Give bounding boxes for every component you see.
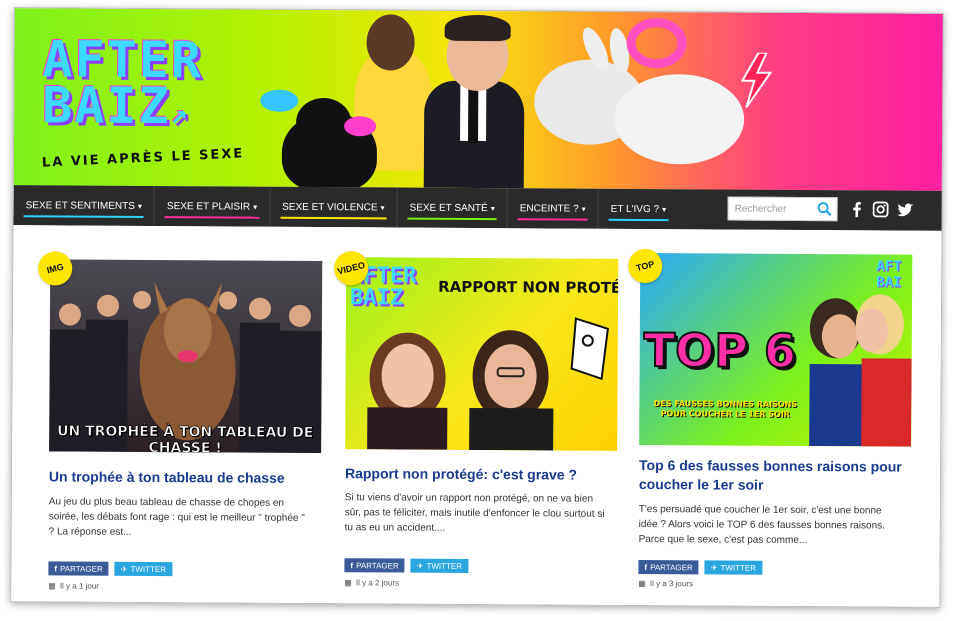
article-title[interactable]: Rapport non protégé: c'est grave ? — [345, 464, 617, 485]
lightning-icon — [740, 52, 773, 108]
instagram-icon[interactable] — [870, 198, 892, 220]
tie-illustration — [468, 84, 479, 144]
calendar-icon: ▦ — [48, 581, 56, 591]
twitter-icon: ✈ — [416, 561, 424, 571]
twitter-share-button[interactable]: ✈ TWITTER — [114, 561, 173, 577]
article-title[interactable]: Un trophée à ton tableau de chasse — [49, 467, 321, 488]
chevron-down-icon: ▾ — [581, 204, 586, 214]
main-nav: SEXE ET SENTIMENTS ▾ SEXE ET PLAISIR ▾ SEX… — [13, 185, 944, 231]
share-buttons: f PARTAGER ✈ TWITTER — [344, 558, 469, 573]
share-label: TWITTER — [426, 561, 463, 571]
article-date: ▦ Il y a 1 jour — [48, 581, 99, 590]
facebook-icon: f — [644, 562, 648, 572]
date-text: Il y a 1 jour — [59, 581, 100, 591]
logo-line-2: BAIZ↗ — [42, 76, 190, 136]
article-thumbnail[interactable]: UN TROPHÉE À TON TABLEAU DE CHASSE ! — [49, 259, 323, 454]
article-date: ▦ Il y a 3 jours — [638, 579, 693, 588]
facebook-share-button[interactable]: f PARTAGER — [638, 559, 699, 575]
share-buttons: f PARTAGER ✈ TWITTER — [48, 561, 173, 577]
calendar-icon: ▦ — [344, 578, 352, 588]
rubber-duck-beak-illustration — [344, 116, 377, 137]
search-input[interactable] — [734, 203, 815, 215]
article-excerpt: T'es persuadé que coucher le 1er soir, c… — [638, 503, 885, 547]
chevron-down-icon: ▾ — [490, 203, 495, 213]
twitter-icon[interactable] — [894, 199, 916, 221]
chevron-down-icon: ▾ — [137, 201, 142, 211]
site-logo[interactable]: AFTER BAIZ↗ LA VIE APRÈS LE SEXE — [42, 30, 245, 170]
nav-item-label: SEXE ET VIOLENCE — [282, 201, 378, 213]
rubber-duck-head-illustration — [295, 97, 352, 147]
nav-underline — [407, 217, 497, 221]
twitter-icon: ✈ — [120, 564, 128, 574]
nav-item-enceinte[interactable]: ENCEINTE ? ▾ — [507, 188, 599, 229]
article-thumbnail[interactable]: AFT BAI TOP 6 DES FAUSSES BONNES RAISONS… — [639, 252, 913, 447]
page-frame: AFTER BAIZ↗ LA VIE APRÈS LE SEXE SEXE ET… — [10, 7, 944, 608]
search-box — [727, 196, 838, 222]
nav-item-label: ENCEINTE ? — [519, 202, 579, 215]
share-label: TWITTER — [720, 562, 757, 573]
share-label: PARTAGER — [356, 560, 399, 571]
twitter-share-button[interactable]: ✈ TWITTER — [410, 558, 469, 573]
chevron-down-icon: ▾ — [253, 202, 258, 212]
man-hair-illustration — [444, 14, 511, 42]
facebook-icon[interactable] — [846, 198, 868, 220]
article-title[interactable]: Top 6 des fausses bonnes raisons pour co… — [639, 456, 911, 496]
article-thumbnail[interactable]: AFTER BAIZ RAPPORT NON PROTÉG — [345, 257, 619, 451]
water-splash-illustration — [260, 89, 299, 112]
date-text: Il y a 2 jours — [355, 578, 400, 588]
search-icon[interactable] — [817, 201, 833, 217]
nav-item-label: SEXE ET SANTÉ — [409, 202, 488, 214]
rabbit-illustration-2 — [613, 73, 745, 165]
date-text: Il y a 3 jours — [649, 579, 694, 589]
nav-item-sexe-et-sante[interactable]: SEXE ET SANTÉ ▾ — [397, 187, 508, 229]
share-label: TWITTER — [130, 564, 167, 574]
nav-underline — [23, 215, 144, 218]
nav-underline — [608, 218, 669, 222]
nav-underline — [517, 218, 588, 221]
site-tagline: LA VIE APRÈS LE SEXE — [41, 146, 245, 171]
nav-item-label: SEXE ET SENTIMENTS — [25, 199, 135, 212]
thumbnail-caption: UN TROPHÉE À TON TABLEAU DE CHASSE ! — [57, 423, 314, 454]
share-label: PARTAGER — [60, 563, 103, 574]
header-banner: AFTER BAIZ↗ LA VIE APRÈS LE SEXE — [13, 8, 944, 191]
facebook-icon: f — [350, 560, 354, 570]
facebook-share-button[interactable]: f PARTAGER — [344, 558, 405, 573]
article-list: IMG UN TROPHÉE À TON TABLEAU DE CHASSE !… — [11, 225, 944, 608]
chevron-down-icon: ▾ — [662, 204, 667, 214]
facebook-share-button[interactable]: f PARTAGER — [48, 561, 109, 576]
two-presenters-illustration — [367, 317, 609, 451]
share-buttons: f PARTAGER ✈ TWITTER — [638, 559, 763, 575]
facebook-icon: f — [54, 563, 58, 573]
fluffy-handcuffs-illustration — [626, 17, 687, 69]
article-excerpt: Si tu viens d'avoir un rapport non proté… — [344, 492, 605, 534]
nav-item-sexe-et-plaisir[interactable]: SEXE ET PLAISIR ▾ — [154, 186, 271, 227]
twitter-share-button[interactable]: ✈ TWITTER — [704, 560, 763, 575]
nav-item-label: SEXE ET PLAISIR — [166, 200, 251, 213]
nav-item-et-livg[interactable]: ET L'IVG ? ▾ — [599, 189, 679, 229]
nav-underline — [164, 216, 260, 219]
twitter-icon: ✈ — [710, 562, 718, 572]
share-label: PARTAGER — [650, 562, 693, 572]
calendar-icon: ▦ — [638, 578, 646, 589]
article-excerpt: Au jeu du plus beau tableau de chasse de… — [48, 496, 305, 538]
nav-item-label: ET L'IVG ? — [610, 203, 660, 215]
nav-item-sexe-et-sentiments[interactable]: SEXE ET SENTIMENTS ▾ — [13, 185, 156, 227]
article-date: ▦ Il y a 2 jours — [344, 578, 399, 587]
chevron-down-icon: ▾ — [380, 202, 385, 212]
dancer-head-illustration — [366, 14, 415, 71]
nav-underline — [280, 216, 387, 220]
kissing-couple-illustration — [809, 294, 912, 447]
nav-item-sexe-et-violence[interactable]: SEXE ET VIOLENCE ▾ — [270, 186, 398, 228]
